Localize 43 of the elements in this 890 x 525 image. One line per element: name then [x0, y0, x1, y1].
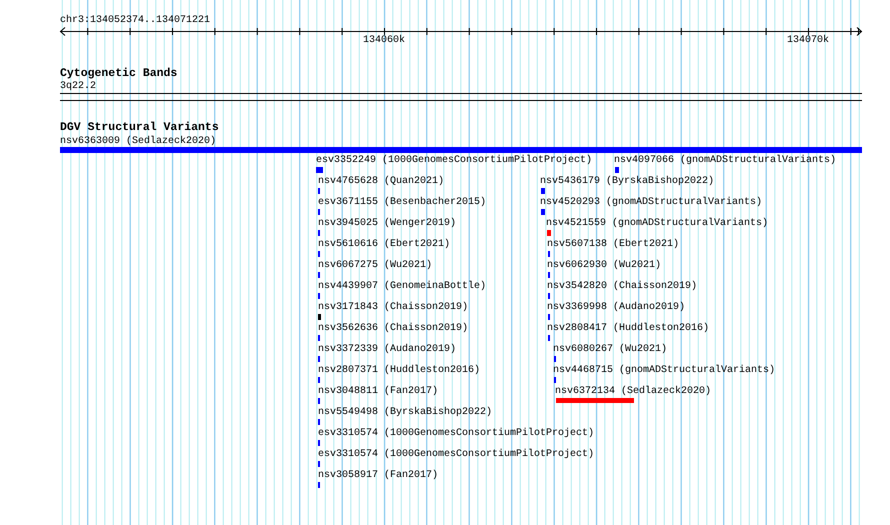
feature-label[interactable]: nsv3372339 (Audano2019)	[318, 344, 456, 356]
feature-label[interactable]: nsv2807371 (Huddleston2016)	[318, 365, 480, 377]
feature-label[interactable]: nsv6062930 (Wu2021)	[547, 260, 662, 272]
track-title: DGV Structural Variants	[60, 121, 219, 134]
region-title: chr3:134052374..134071221	[60, 15, 210, 26]
feature-label[interactable]: nsv4521559 (gnomADStructuralVariants)	[546, 218, 768, 230]
feature-label[interactable]: nsv4765628 (Quan2021)	[318, 176, 444, 188]
track-title: Cytogenetic Bands	[60, 67, 178, 80]
feature-label[interactable]: nsv4097066 (gnomADStructuralVariants)	[614, 155, 836, 167]
feature-bar[interactable]	[316, 167, 323, 173]
feature-label[interactable]: esv3310574 (1000GenomesConsortiumPilotProject)	[318, 428, 594, 440]
band-label: 3q22.2	[60, 81, 96, 93]
feature-label[interactable]: nsv3542820 (Chaisson2019)	[547, 281, 698, 293]
feature-label[interactable]: nsv3058917 (Fan2017)	[318, 470, 438, 482]
feature-label[interactable]: nsv3562636 (Chaisson2019)	[318, 323, 468, 335]
feature-label[interactable]: nsv2808417 (Huddleston2016)	[547, 323, 710, 335]
feature-label[interactable]: nsv6363009 (Sedlazeck2020)	[60, 136, 216, 148]
feature-bar[interactable]	[556, 398, 634, 403]
feature-label[interactable]: nsv3048811 (Fan2017)	[318, 386, 438, 398]
feature-label[interactable]: esv3310574 (1000GenomesConsortiumPilotProject)	[318, 449, 594, 461]
feature-label[interactable]: nsv3171843 (Chaisson2019)	[318, 302, 468, 314]
feature-bar[interactable]	[318, 314, 321, 320]
tick-label: 134070k	[787, 35, 829, 47]
feature-label[interactable]: nsv5607138 (Ebert2021)	[547, 239, 680, 251]
feature-label[interactable]: esv3671155 (Besenbacher2015)	[318, 197, 486, 209]
feature-label[interactable]: nsv4439907 (GenomeinaBottle)	[318, 281, 486, 293]
feature-label[interactable]: nsv3945025 (Wenger2019)	[318, 218, 456, 230]
tick-label: 134060k	[363, 35, 405, 47]
feature-label[interactable]: nsv6067275 (Wu2021)	[318, 260, 432, 272]
feature-label[interactable]: nsv4520293 (gnomADStructuralVariants)	[540, 197, 762, 209]
feature-label[interactable]: nsv5610616 (Ebert2021)	[318, 239, 450, 251]
feature-label[interactable]: nsv5549498 (ByrskaBishop2022)	[318, 407, 492, 419]
feature-label[interactable]: nsv6080267 (Wu2021)	[553, 344, 668, 356]
feature-bar[interactable]	[615, 167, 619, 173]
feature-label[interactable]: esv3352249 (1000GenomesConsortiumPilotProject)	[316, 155, 592, 167]
feature-label[interactable]: nsv6372134 (Sedlazeck2020)	[555, 386, 712, 398]
feature-label[interactable]: nsv5436179 (ByrskaBishop2022)	[540, 176, 714, 188]
feature-bar[interactable]	[60, 147, 862, 153]
feature-label[interactable]: nsv4468715 (gnomADStructuralVariants)	[553, 365, 776, 377]
feature-label[interactable]: nsv3369998 (Audano2019)	[547, 302, 686, 314]
feature-bar[interactable]	[541, 188, 545, 194]
feature-bar[interactable]	[547, 230, 551, 236]
feature-bar[interactable]	[541, 209, 545, 215]
